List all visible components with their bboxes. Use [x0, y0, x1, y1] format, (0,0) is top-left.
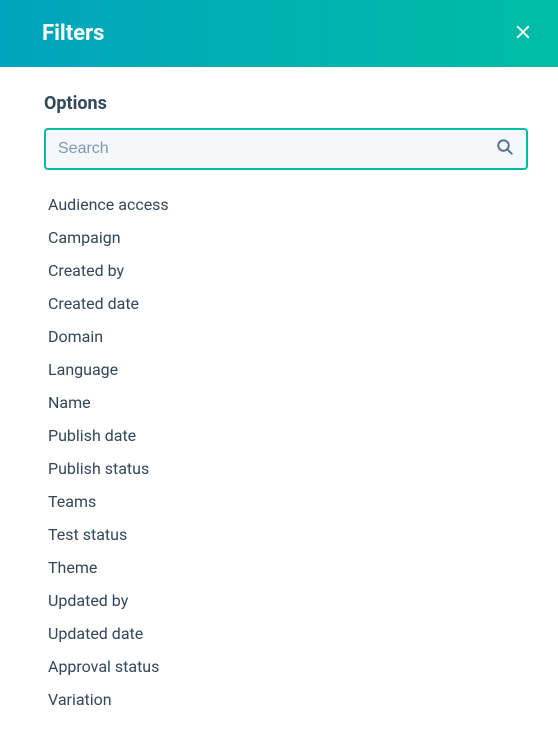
- option-item[interactable]: Domain: [44, 320, 528, 353]
- option-item[interactable]: Variation: [44, 683, 528, 716]
- search-wrapper: [44, 128, 528, 170]
- option-item[interactable]: Approval status: [44, 650, 528, 683]
- option-item[interactable]: Updated by: [44, 584, 528, 617]
- option-item[interactable]: Publish status: [44, 452, 528, 485]
- options-list: Audience access Campaign Created by Crea…: [44, 182, 528, 716]
- option-item[interactable]: Name: [44, 386, 528, 419]
- filters-header: Filters: [0, 0, 558, 67]
- filters-content: Options Audience access Campaign Created…: [0, 67, 558, 716]
- close-icon: [514, 23, 532, 44]
- search-input[interactable]: [44, 128, 528, 170]
- option-item[interactable]: Language: [44, 353, 528, 386]
- option-item[interactable]: Teams: [44, 485, 528, 518]
- header-title: Filters: [42, 21, 104, 46]
- option-item[interactable]: Updated date: [44, 617, 528, 650]
- option-item[interactable]: Publish date: [44, 419, 528, 452]
- option-item[interactable]: Campaign: [44, 221, 528, 254]
- close-button[interactable]: [510, 19, 536, 48]
- option-item[interactable]: Test status: [44, 518, 528, 551]
- option-item[interactable]: Created by: [44, 254, 528, 287]
- options-label: Options: [44, 93, 528, 114]
- option-item[interactable]: Theme: [44, 551, 528, 584]
- option-item[interactable]: Audience access: [44, 188, 528, 221]
- option-item[interactable]: Created date: [44, 287, 528, 320]
